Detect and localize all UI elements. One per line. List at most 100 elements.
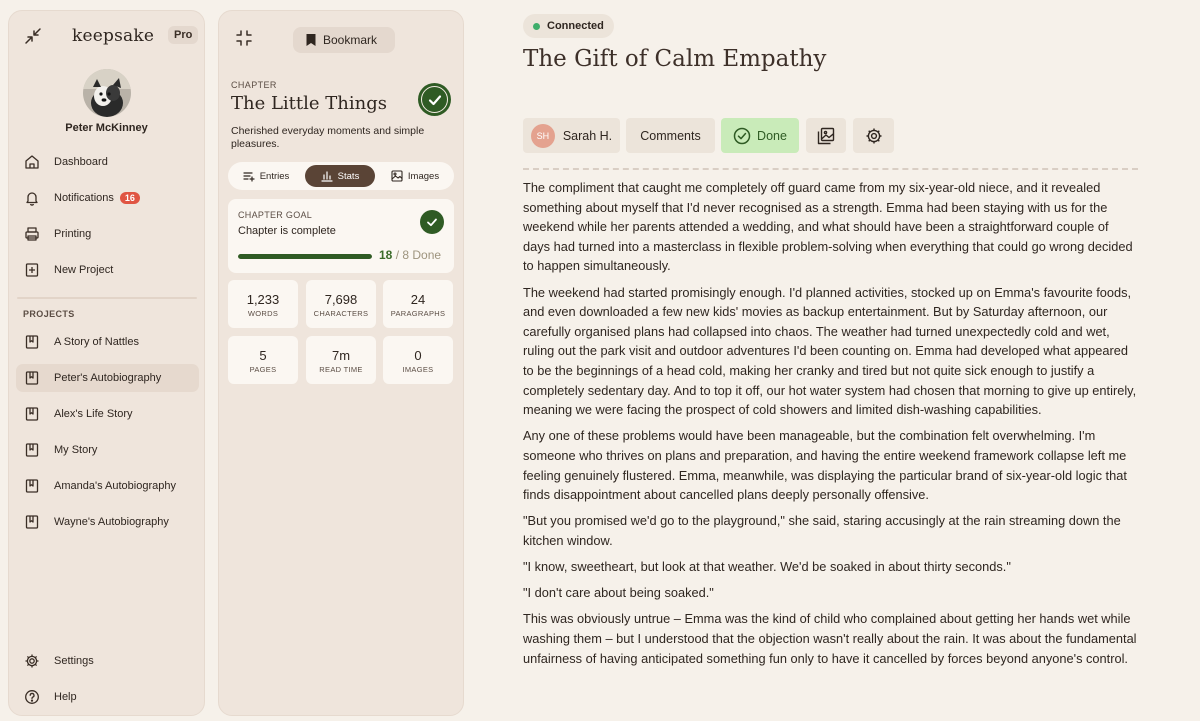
tab-label: Images — [407, 170, 440, 182]
chapter-panel: Bookmark CHAPTER The Little Things Cheri… — [218, 10, 464, 716]
goal-status: Chapter is complete — [238, 225, 336, 237]
images-button[interactable] — [806, 118, 846, 153]
author-name: Sarah H. — [562, 128, 613, 143]
tab-label: Entries — [259, 170, 290, 182]
goal-label: CHAPTER GOAL — [238, 210, 313, 220]
project-item-active[interactable]: Peter's Autobiography — [16, 364, 199, 392]
exit-fullscreen-icon[interactable] — [235, 29, 253, 47]
paragraph: "But you promised we'd go to the playgro… — [523, 513, 1121, 548]
author-button[interactable]: SH Sarah H. — [523, 118, 620, 153]
gallery-icon — [817, 127, 835, 144]
app-logo[interactable]: keepsake — [72, 26, 154, 46]
entry-content[interactable]: The compliment that caught me completely… — [523, 178, 1138, 675]
stat-characters: 7,698 CHARACTERS — [306, 280, 376, 328]
bar-chart-icon — [321, 171, 333, 182]
book-icon — [25, 515, 39, 529]
nav-label: Notifications — [54, 192, 114, 204]
goal-done-count: 18 — [379, 248, 393, 262]
project-label: My Story — [54, 444, 98, 456]
stat-caption: CHARACTERS — [313, 309, 369, 318]
project-label: Peter's Autobiography — [54, 372, 162, 384]
project-item[interactable]: A Story of Nattles — [16, 328, 199, 356]
stat-caption: READ TIME — [319, 365, 363, 374]
gear-icon — [25, 654, 39, 668]
nav-settings[interactable]: Settings — [16, 647, 199, 675]
done-button[interactable]: Done — [721, 118, 799, 153]
stat-value: 7,698 — [324, 292, 358, 307]
printer-icon — [25, 227, 39, 241]
bookmark-icon — [306, 34, 316, 46]
goal-check-icon — [420, 210, 444, 234]
chapter-goal-card: CHAPTER GOAL Chapter is complete 18 / 8 … — [228, 199, 454, 273]
content-divider — [523, 168, 1138, 170]
paragraph: "I know, sweetheart, but look at that we… — [523, 559, 1011, 575]
bookmark-label: Bookmark — [323, 33, 378, 47]
nav-printing[interactable]: Printing — [16, 220, 199, 248]
gear-icon — [866, 128, 881, 143]
paragraph: The weekend had started promisingly enou… — [523, 284, 1137, 418]
stat-caption: WORDS — [247, 309, 279, 318]
stat-images: 0 IMAGES — [383, 336, 453, 384]
chapter-complete-check-icon[interactable] — [418, 83, 451, 116]
bell-icon — [26, 192, 38, 206]
chapter-tabs: Entries Stats Images — [228, 162, 454, 190]
entry-title[interactable]: The Gift of Calm Empathy — [523, 46, 826, 72]
home-icon — [25, 155, 39, 169]
tab-label: Stats — [337, 170, 360, 182]
nav-help[interactable]: Help — [16, 683, 199, 711]
notification-count-badge: 16 — [119, 192, 140, 204]
list-icon — [243, 172, 255, 182]
nav-notifications[interactable]: Notifications 16 — [16, 184, 199, 212]
comments-button[interactable]: Comments — [626, 118, 715, 153]
sidebar-divider — [17, 297, 197, 299]
nav-label: Dashboard — [54, 156, 108, 168]
avatar[interactable] — [83, 69, 131, 117]
book-icon — [25, 335, 39, 349]
project-item[interactable]: Alex's Life Story — [16, 400, 199, 428]
sidebar-header: keepsake Pro — [9, 11, 204, 61]
nav-new-project[interactable]: New Project — [16, 256, 199, 284]
book-icon — [25, 407, 39, 421]
user-name: Peter McKinney — [65, 122, 148, 134]
tab-stats[interactable]: Stats — [305, 165, 375, 187]
stat-pages: 5 PAGES — [228, 336, 298, 384]
project-item[interactable]: My Story — [16, 436, 199, 464]
project-label: Wayne's Autobiography — [54, 516, 169, 528]
stat-caption: IMAGES — [402, 365, 434, 374]
projects-heading: PROJECTS — [23, 309, 75, 319]
settings-button[interactable] — [853, 118, 894, 153]
stat-value: 7m — [331, 348, 351, 363]
goal-progress-fill — [238, 254, 372, 259]
project-label: Amanda's Autobiography — [54, 480, 176, 492]
nav-label: Printing — [54, 228, 92, 240]
nav-label: New Project — [54, 264, 114, 276]
tab-entries[interactable]: Entries — [231, 165, 301, 187]
nav-label: Help — [54, 691, 77, 703]
comments-label: Comments — [640, 128, 701, 143]
stat-value: 24 — [410, 292, 426, 307]
stat-caption: PAGES — [249, 365, 277, 374]
paragraph: "I don't care about being soaked." — [523, 585, 714, 601]
image-icon — [391, 170, 403, 182]
tab-images[interactable]: Images — [379, 165, 451, 187]
collapse-sidebar-icon[interactable] — [24, 27, 42, 45]
paragraph: Any one of these problems would have bee… — [523, 428, 1127, 503]
done-label: Done — [757, 128, 787, 143]
new-project-icon — [25, 263, 39, 277]
book-icon — [25, 443, 39, 457]
stat-words: 1,233 WORDS — [228, 280, 298, 328]
stat-value: 0 — [414, 348, 422, 363]
nav-dashboard[interactable]: Dashboard — [16, 148, 199, 176]
chapter-label: CHAPTER — [231, 80, 277, 90]
project-label: Alex's Life Story — [54, 408, 133, 420]
book-icon — [25, 479, 39, 493]
help-icon — [25, 690, 39, 704]
bookmark-button[interactable]: Bookmark — [293, 27, 395, 53]
stat-caption: PARAGRAPHS — [390, 309, 446, 318]
pro-badge: Pro — [168, 26, 199, 44]
stat-value: 1,233 — [246, 292, 280, 307]
project-item[interactable]: Wayne's Autobiography — [16, 508, 199, 536]
project-item[interactable]: Amanda's Autobiography — [16, 472, 199, 500]
goal-progress-bar — [238, 254, 372, 259]
goal-total-text: / 8 Done — [395, 248, 442, 262]
